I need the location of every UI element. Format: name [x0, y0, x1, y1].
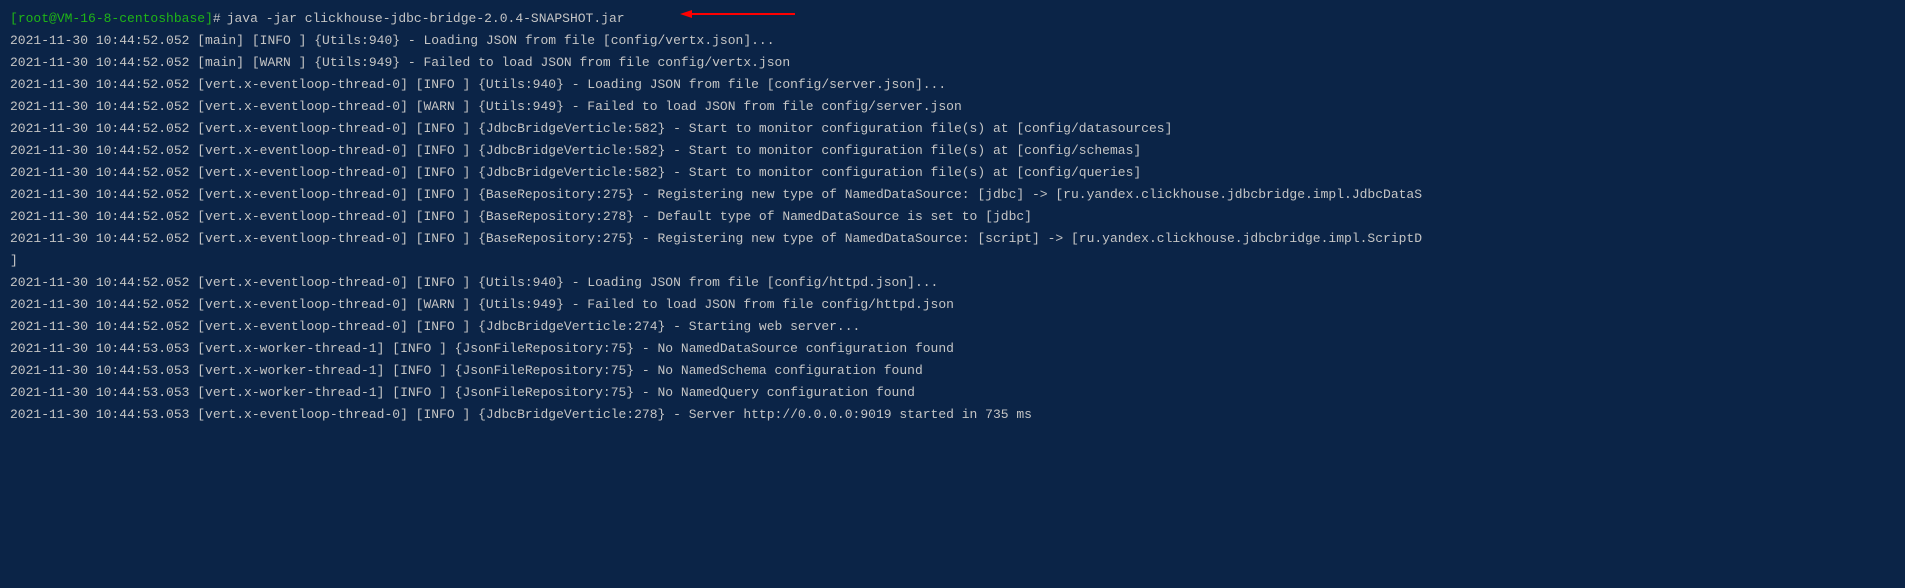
log-line: 2021-11-30 10:44:52.052 [vert.x-eventloo… [10, 162, 1895, 184]
command-text: java -jar clickhouse-jdbc-bridge-2.0.4-S… [227, 8, 625, 30]
log-line: 2021-11-30 10:44:52.052 [vert.x-eventloo… [10, 140, 1895, 162]
prompt-close-bracket: ] [205, 8, 213, 30]
log-line: 2021-11-30 10:44:52.052 [vert.x-eventloo… [10, 74, 1895, 96]
log-line: 2021-11-30 10:44:52.052 [vert.x-eventloo… [10, 206, 1895, 228]
log-line: 2021-11-30 10:44:53.053 [vert.x-worker-t… [10, 338, 1895, 360]
prompt-cwd: hbase [166, 8, 205, 30]
log-output: 2021-11-30 10:44:52.052 [main] [INFO ] {… [10, 30, 1895, 426]
log-line: 2021-11-30 10:44:53.053 [vert.x-worker-t… [10, 360, 1895, 382]
log-line: ] [10, 250, 1895, 272]
log-line: 2021-11-30 10:44:52.052 [main] [INFO ] {… [10, 30, 1895, 52]
log-line: 2021-11-30 10:44:53.053 [vert.x-worker-t… [10, 382, 1895, 404]
log-line: 2021-11-30 10:44:53.053 [vert.x-eventloo… [10, 404, 1895, 426]
log-line: 2021-11-30 10:44:52.052 [vert.x-eventloo… [10, 96, 1895, 118]
log-line: 2021-11-30 10:44:52.052 [vert.x-eventloo… [10, 118, 1895, 140]
log-line: 2021-11-30 10:44:52.052 [vert.x-eventloo… [10, 228, 1895, 250]
prompt-open-bracket: [ [10, 8, 18, 30]
log-line: 2021-11-30 10:44:52.052 [vert.x-eventloo… [10, 294, 1895, 316]
log-line: 2021-11-30 10:44:52.052 [vert.x-eventloo… [10, 316, 1895, 338]
log-line: 2021-11-30 10:44:52.052 [vert.x-eventloo… [10, 272, 1895, 294]
log-line: 2021-11-30 10:44:52.052 [main] [WARN ] {… [10, 52, 1895, 74]
shell-prompt-line[interactable]: [ root@VM-16-8-centos hbase ] # java -ja… [10, 8, 1895, 30]
log-line: 2021-11-30 10:44:52.052 [vert.x-eventloo… [10, 184, 1895, 206]
prompt-user-host: root@VM-16-8-centos [18, 8, 166, 30]
prompt-hash: # [213, 8, 221, 30]
